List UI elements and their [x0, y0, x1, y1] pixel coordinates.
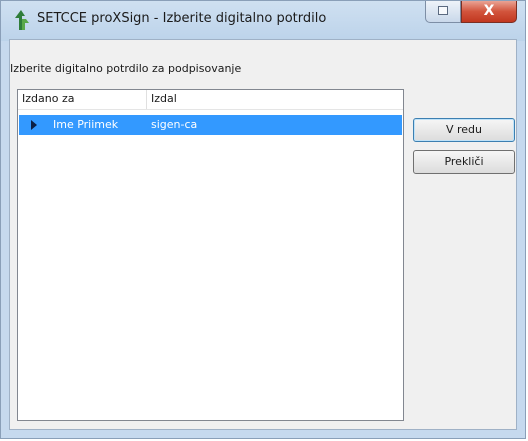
title-bar[interactable]: SETCCE proXSign - Izberite digitalno pot…: [1, 1, 525, 39]
row-selector-arrow-icon: [31, 120, 37, 130]
proxsign-app-icon: [15, 10, 29, 30]
certificate-list[interactable]: Izdano za Izdal Ime Priimek sigen-ca: [17, 89, 404, 421]
close-button[interactable]: X: [461, 1, 517, 23]
column-separator[interactable]: [146, 90, 147, 109]
list-header: Izdano za Izdal: [18, 90, 403, 110]
cancel-button[interactable]: Prekliči: [413, 150, 515, 174]
column-header-issued-to[interactable]: Izdano za: [22, 92, 74, 105]
certificate-row[interactable]: Ime Priimek sigen-ca: [19, 115, 402, 135]
restore-button[interactable]: [425, 1, 461, 23]
cell-issued-by: sigen-ca: [151, 118, 198, 131]
window-title: SETCCE proXSign - Izberite digitalno pot…: [37, 11, 327, 26]
restore-icon: [438, 6, 448, 15]
cell-issued-to: Ime Priimek: [53, 118, 119, 131]
instruction-label: Izberite digitalno potrdilo za podpisova…: [10, 62, 242, 75]
ok-button[interactable]: V redu: [413, 118, 515, 142]
column-header-issued-by[interactable]: Izdal: [151, 92, 177, 105]
